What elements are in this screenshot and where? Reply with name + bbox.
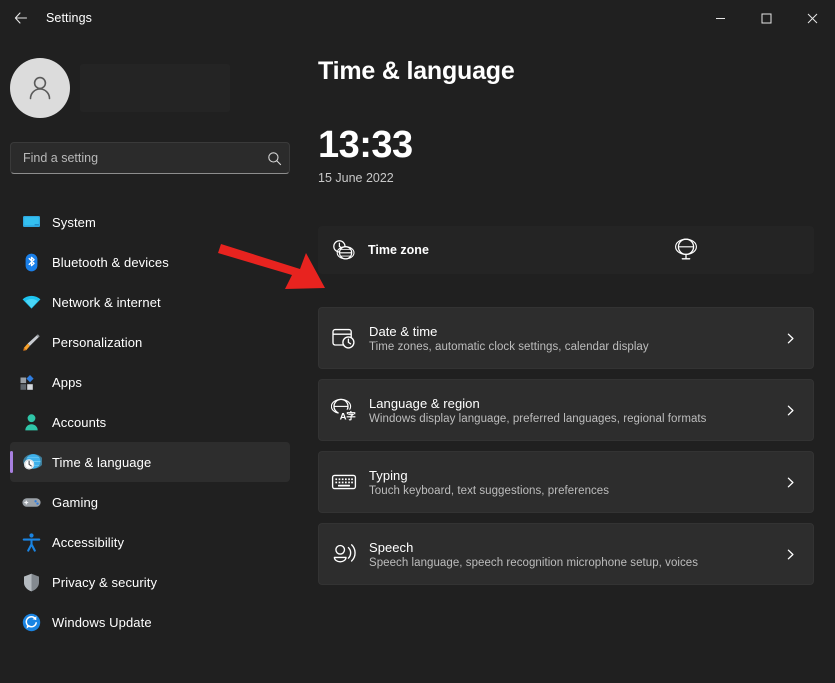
sidebar-item-bluetooth-devices[interactable]: Bluetooth & devices xyxy=(10,242,290,282)
maximize-icon xyxy=(761,13,772,24)
close-button[interactable] xyxy=(789,0,835,36)
card-text: Date & time Time zones, automatic clock … xyxy=(369,324,767,353)
card-text: Speech Speech language, speech recogniti… xyxy=(369,540,767,569)
monitor-icon xyxy=(10,212,52,233)
search-icon[interactable] xyxy=(259,151,289,166)
window-controls xyxy=(697,0,835,36)
chevron-right-icon[interactable] xyxy=(767,332,813,345)
current-date: 15 June 2022 xyxy=(318,171,394,185)
sidebar-item-label: Network & internet xyxy=(52,295,161,310)
card-subtitle: Time zones, automatic clock settings, ca… xyxy=(369,341,767,353)
person-avatar-icon xyxy=(23,71,57,105)
time-zone-row[interactable]: Time zone xyxy=(318,226,814,274)
main-content: Time & language 13:33 15 June 2022 Time … xyxy=(300,36,835,683)
account-name xyxy=(80,64,230,112)
accessibility-icon xyxy=(10,532,52,553)
sidebar-item-label: Apps xyxy=(52,375,82,390)
back-arrow-icon xyxy=(13,10,29,26)
settings-card-list: Date & time Time zones, automatic clock … xyxy=(318,307,814,595)
wifi-icon xyxy=(10,292,52,313)
card-subtitle: Touch keyboard, text suggestions, prefer… xyxy=(369,485,767,497)
card-date-time[interactable]: Date & time Time zones, automatic clock … xyxy=(318,307,814,369)
title-bar: Settings xyxy=(0,0,835,36)
card-title: Typing xyxy=(369,468,767,483)
card-title: Date & time xyxy=(369,324,767,339)
paintbrush-icon xyxy=(10,332,52,353)
settings-window: Settings xyxy=(0,0,835,683)
sidebar-item-time-language[interactable]: Time & language xyxy=(10,442,290,482)
sidebar-item-label: Personalization xyxy=(52,335,142,350)
card-text: Language & region Windows display langua… xyxy=(369,396,767,425)
page-title: Time & language xyxy=(318,57,515,86)
sidebar-item-apps[interactable]: Apps xyxy=(10,362,290,402)
sidebar-item-windows-update[interactable]: Windows Update xyxy=(10,602,290,642)
sidebar-nav: System Bluetooth & devices xyxy=(10,202,290,642)
sidebar-item-label: Accounts xyxy=(52,415,106,430)
card-subtitle: Speech language, speech recognition micr… xyxy=(369,557,767,569)
current-time: 13:33 xyxy=(318,124,413,167)
sidebar-item-label: Bluetooth & devices xyxy=(52,255,169,270)
update-icon xyxy=(10,612,52,633)
apps-icon xyxy=(10,372,52,393)
gamepad-icon xyxy=(10,492,52,513)
globe-icon xyxy=(675,237,697,266)
globe-translate-icon: A 字 xyxy=(319,397,369,423)
sidebar-item-privacy-security[interactable]: Privacy & security xyxy=(10,562,290,602)
minimize-button[interactable] xyxy=(697,0,743,36)
person-icon xyxy=(10,412,52,433)
calendar-clock-icon xyxy=(319,325,369,351)
card-typing[interactable]: Typing Touch keyboard, text suggestions,… xyxy=(318,451,814,513)
sidebar-item-label: Accessibility xyxy=(52,535,124,550)
bluetooth-icon xyxy=(10,252,52,273)
sidebar-item-label: System xyxy=(52,215,96,230)
window-title: Settings xyxy=(46,0,92,36)
chevron-right-icon[interactable] xyxy=(767,548,813,561)
chevron-right-icon[interactable] xyxy=(767,476,813,489)
sidebar-item-accessibility[interactable]: Accessibility xyxy=(10,522,290,562)
svg-text:字: 字 xyxy=(346,411,356,423)
shield-icon xyxy=(10,572,52,593)
time-zone-label: Time zone xyxy=(368,243,429,257)
search-box[interactable] xyxy=(10,142,290,174)
card-speech[interactable]: Speech Speech language, speech recogniti… xyxy=(318,523,814,585)
sidebar-item-label: Gaming xyxy=(52,495,98,510)
card-language-region[interactable]: A 字 Language & region Windows display la… xyxy=(318,379,814,441)
sidebar: System Bluetooth & devices xyxy=(0,36,300,683)
speech-icon xyxy=(319,541,369,567)
avatar xyxy=(10,58,70,118)
maximize-button[interactable] xyxy=(743,0,789,36)
sidebar-item-personalization[interactable]: Personalization xyxy=(10,322,290,362)
sidebar-item-network-internet[interactable]: Network & internet xyxy=(10,282,290,322)
sidebar-item-gaming[interactable]: Gaming xyxy=(10,482,290,522)
sidebar-item-accounts[interactable]: Accounts xyxy=(10,402,290,442)
card-title: Language & region xyxy=(369,396,767,411)
minimize-icon xyxy=(715,13,726,24)
search-input[interactable] xyxy=(11,151,259,165)
clock-globe-icon xyxy=(10,452,52,473)
keyboard-icon xyxy=(319,469,369,495)
card-text: Typing Touch keyboard, text suggestions,… xyxy=(369,468,767,497)
chevron-right-icon[interactable] xyxy=(767,404,813,417)
sidebar-item-label: Windows Update xyxy=(52,615,152,630)
card-subtitle: Windows display language, preferred lang… xyxy=(369,413,767,425)
card-title: Speech xyxy=(369,540,767,555)
account-header[interactable] xyxy=(10,58,230,118)
close-icon xyxy=(807,13,818,24)
sidebar-item-label: Time & language xyxy=(52,455,151,470)
sidebar-item-system[interactable]: System xyxy=(10,202,290,242)
back-button[interactable] xyxy=(6,4,36,32)
clock-globe-icon xyxy=(318,238,368,262)
sidebar-item-label: Privacy & security xyxy=(52,575,157,590)
